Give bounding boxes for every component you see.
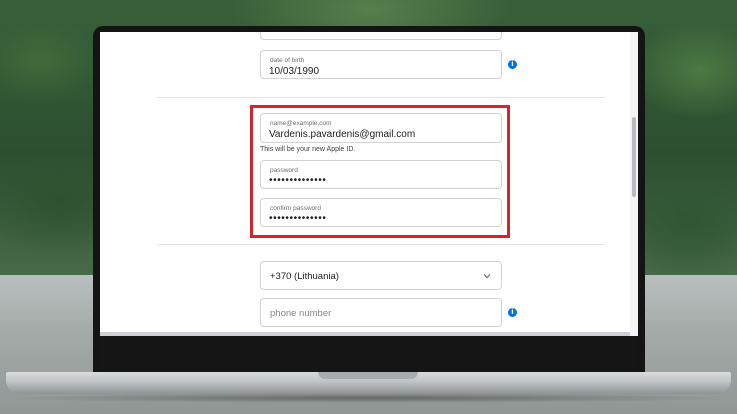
dob-info-icon[interactable]: i — [508, 60, 517, 69]
date-of-birth-label: date of birth — [270, 57, 305, 64]
chevron-down-icon — [483, 274, 491, 279]
country-code-select[interactable]: +370 (Lithuania) — [260, 261, 502, 290]
phone-info-icon[interactable]: i — [508, 308, 517, 317]
section-divider — [157, 244, 605, 245]
scrollbar-thumb[interactable] — [632, 117, 636, 197]
previous-field[interactable] — [260, 32, 502, 40]
phone-number-placeholder: phone number — [270, 308, 332, 319]
highlight-box — [250, 105, 510, 238]
laptop-bezel — [100, 336, 638, 372]
phone-number-input[interactable]: phone number — [260, 298, 502, 327]
laptop-notch — [318, 372, 418, 379]
country-code-value: +370 (Lithuania) — [270, 271, 339, 282]
date-of-birth-value: 10/03/1990 — [269, 66, 320, 77]
screen: date of birth 10/03/1990 i name@example.… — [100, 32, 638, 336]
date-of-birth-field[interactable]: date of birth 10/03/1990 — [260, 50, 502, 79]
horizontal-scrollbar[interactable] — [100, 332, 630, 336]
laptop-shadow — [10, 393, 727, 403]
section-divider — [157, 97, 605, 98]
